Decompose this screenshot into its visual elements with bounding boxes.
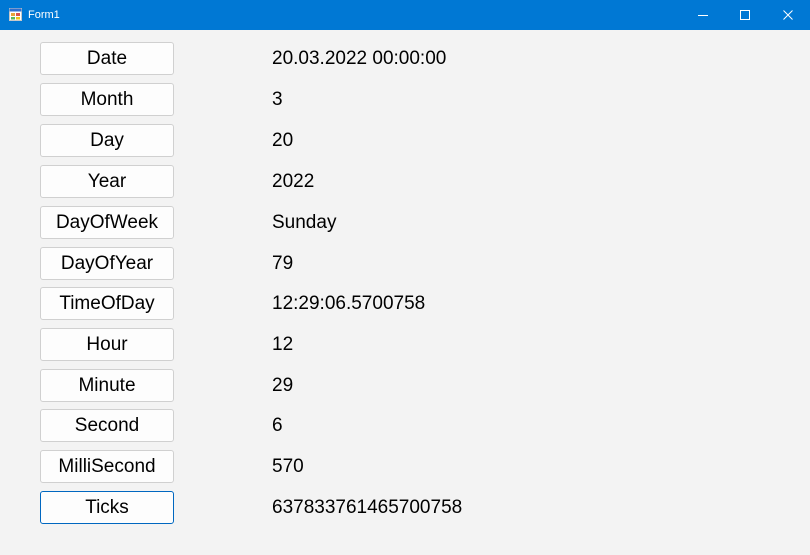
close-icon (782, 10, 793, 20)
maximize-icon (739, 10, 750, 20)
date-button[interactable]: Date (40, 42, 174, 75)
second-button[interactable]: Second (40, 409, 174, 442)
minute-value: 29 (272, 375, 294, 396)
month-value: 3 (272, 89, 283, 110)
day-of-year-value: 79 (272, 253, 294, 274)
time-of-day-button[interactable]: TimeOfDay (40, 287, 174, 320)
ticks-value: 637833761465700758 (272, 497, 463, 518)
date-value: 20.03.2022 00:00:00 (272, 48, 447, 69)
ticks-button[interactable]: Ticks (40, 491, 174, 524)
millisecond-button[interactable]: MilliSecond (40, 450, 174, 483)
day-value: 20 (272, 130, 294, 151)
time-of-day-value: 12:29:06.5700758 (272, 293, 426, 314)
year-button[interactable]: Year (40, 165, 174, 198)
hour-button[interactable]: Hour (40, 328, 174, 361)
form1-window: Form1 Date 20.03.2022 00:00:00 Month 3 D… (0, 0, 810, 555)
minimize-icon (697, 10, 708, 20)
window-title: Form1 (28, 9, 60, 21)
hour-value: 12 (272, 334, 294, 355)
minimize-button[interactable] (680, 0, 725, 30)
month-button[interactable]: Month (40, 83, 174, 116)
day-button[interactable]: Day (40, 124, 174, 157)
millisecond-value: 570 (272, 456, 304, 477)
day-of-week-button[interactable]: DayOfWeek (40, 206, 174, 239)
title-bar[interactable]: Form1 (0, 0, 810, 30)
close-button[interactable] (765, 0, 810, 30)
year-value: 2022 (272, 171, 315, 192)
day-of-year-button[interactable]: DayOfYear (40, 247, 174, 280)
maximize-button[interactable] (722, 0, 767, 30)
day-of-week-value: Sunday (272, 212, 337, 233)
minute-button[interactable]: Minute (40, 369, 174, 402)
app-icon (9, 8, 22, 21)
form-client-area: Date 20.03.2022 00:00:00 Month 3 Day 20 … (0, 30, 810, 555)
second-value: 6 (272, 415, 283, 436)
